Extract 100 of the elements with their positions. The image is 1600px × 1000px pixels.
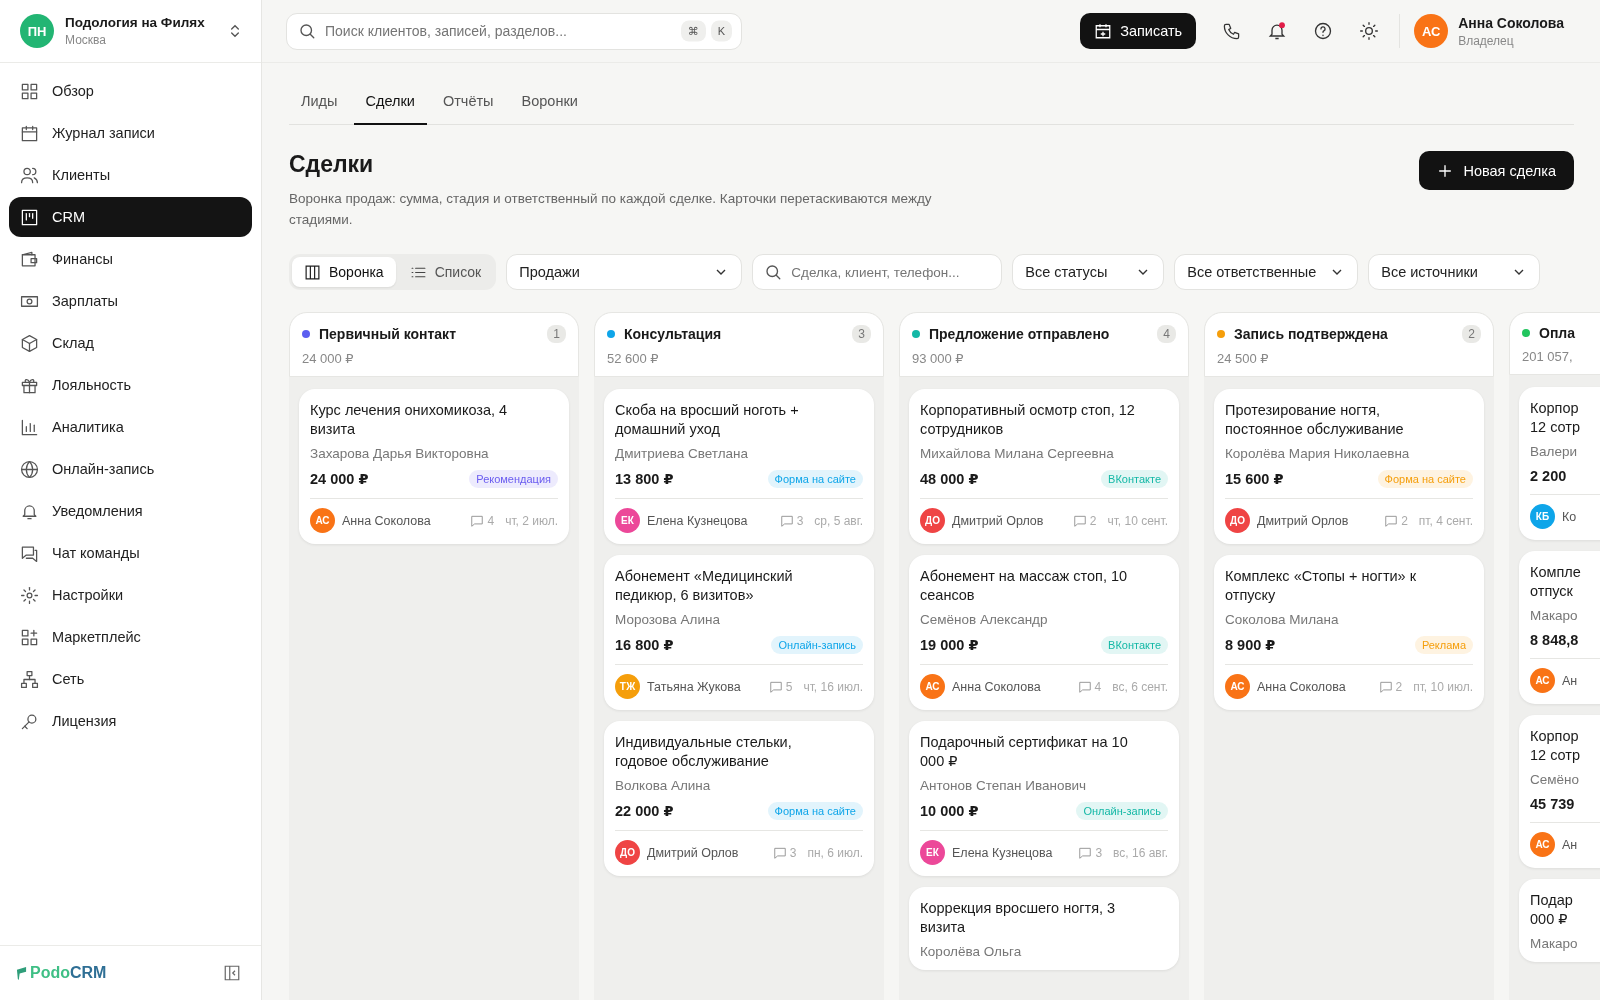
- phone-icon[interactable]: [1222, 21, 1242, 41]
- client-name: Захарова Дарья Викторовна: [310, 446, 490, 461]
- sidebar-item[interactable]: Уведомления: [9, 491, 252, 531]
- sidebar-item[interactable]: Лицензия: [9, 701, 252, 741]
- sidebar-item[interactable]: Онлайн-запись: [9, 449, 252, 489]
- deal-amount: 8 848,8: [1530, 632, 1579, 648]
- deal-card[interactable]: Подарочный сертификат на 10 000 ₽ Антонов Степан Иванович 10 000 ₽ Онлайн-запись ЕК Елена Кузнецова 3 вс, 16 авг.: [909, 721, 1179, 876]
- deal-amount: 15 600 ₽: [1225, 471, 1284, 487]
- stage-total: 201 057,: [1522, 349, 1574, 364]
- deal-date: чт, 2 июл.: [505, 513, 558, 528]
- client-name: Макаро: [1530, 936, 1579, 951]
- deal-card[interactable]: Подар 000 ₽ Макаро: [1519, 879, 1600, 962]
- deal-date: пт, 4 сент.: [1418, 513, 1473, 528]
- deal-card[interactable]: Комплекс «Стопы + ногти» к отпуску Соколова Милана 8 900 ₽ Реклама АС Анна Соколова 2 пт, 10 июл.: [1214, 555, 1484, 710]
- deal-card[interactable]: Корпоративный осмотр стоп, 12 сотрудников Михайлова Милана Сергеевна 48 000 ₽ ВКонтакте ДО Дмитрий Орлов 2 чт, 10 сент.: [909, 389, 1179, 544]
- deal-card[interactable]: Корпор 12 сотр Валери 2 200 КБ Ко: [1519, 387, 1600, 540]
- brand-logo: PodoCRM: [30, 964, 107, 982]
- deal-card[interactable]: Индивидуальные стельки, годовое обслуживание Волкова Алина 22 000 ₽ Форма на сайте ДО Дмитрий Орлов 3 пн, 6 июл.: [604, 721, 874, 876]
- sidebar-item[interactable]: Финансы: [9, 239, 252, 279]
- comment-icon: [1078, 845, 1093, 860]
- comment-icon: [1378, 679, 1393, 694]
- sidebar-item[interactable]: Аналитика: [9, 407, 252, 447]
- owner-name: Анна Соколова: [952, 679, 1042, 694]
- calendar-icon: [20, 123, 39, 143]
- owner-name: Ан: [1562, 837, 1579, 852]
- book-button[interactable]: Записать: [1080, 13, 1197, 49]
- deal-card[interactable]: Абонемент «Медицинский педикюр, 6 визитов» Морозова Алина 16 800 ₽ Онлайн-запись ТЖ Татьяна Жукова 5 чт, 16 июл.: [604, 555, 874, 710]
- comment-icon: [768, 679, 783, 694]
- deal-card[interactable]: Компле отпуск Макаро 8 848,8 АС Ан: [1519, 551, 1600, 704]
- sidebar-item[interactable]: Маркетплейс: [9, 617, 252, 657]
- sidebar-item[interactable]: Чат команды: [9, 533, 252, 573]
- tab[interactable]: Сделки: [353, 81, 427, 125]
- user-name: Анна Соколова: [1458, 14, 1564, 31]
- tab[interactable]: Воронки: [509, 81, 590, 125]
- client-name: Королёва Мария Николаевна: [1225, 446, 1411, 461]
- calendar-plus-icon: [1094, 22, 1113, 40]
- sidebar-item[interactable]: Лояльность: [9, 365, 252, 405]
- theme-sun-icon[interactable]: [1359, 21, 1380, 41]
- filter-dropdown[interactable]: Все статусы: [1012, 254, 1165, 290]
- notifications-icon[interactable]: [1267, 21, 1288, 41]
- owner-name: Ко: [1562, 509, 1578, 524]
- deal-title: Скоба на вросший ноготь + домашний уход: [615, 401, 800, 439]
- workspace-city: Москва: [65, 33, 107, 47]
- client-name: Антонов Степан Иванович: [920, 778, 1088, 793]
- sidebar-item[interactable]: Зарплаты: [9, 281, 252, 321]
- comment-count: 4: [1094, 679, 1102, 694]
- client-name: Соколова Милана: [1225, 612, 1340, 627]
- new-deal-button[interactable]: Новая сделка: [1419, 151, 1574, 190]
- wallet-icon: [20, 249, 39, 269]
- deal-card[interactable]: Скоба на вросший ноготь + домашний уход Дмитриева Светлана 13 800 ₽ Форма на сайте ЕК Елена Кузнецова 3 ср, 5 авг.: [604, 389, 874, 544]
- sidebar-item[interactable]: Склад: [9, 323, 252, 363]
- deal-card[interactable]: Протезирование ногтя, постоянное обслуживание Королёва Мария Николаевна 15 600 ₽ Форма на сайте ДО Дмитрий Орлов 2 пт, 4 сент.: [1214, 389, 1484, 544]
- deal-date: чт, 16 июл.: [803, 679, 863, 694]
- deal-card[interactable]: Корпор 12 сотр Семёно 45 739 АС Ан: [1519, 715, 1600, 868]
- columns-icon: [304, 263, 321, 281]
- page-description: Воронка продаж: сумма, стадия и ответственный по каждой сделке. Карточки перетаскиваются между стадиями.: [289, 190, 933, 229]
- user-role: Владелец: [1458, 33, 1515, 48]
- filter-dropdown[interactable]: Все источники: [1368, 254, 1541, 290]
- sidebar-item[interactable]: Обзор: [9, 71, 252, 111]
- sidebar-item[interactable]: Клиенты: [9, 155, 252, 195]
- sidebar-item[interactable]: Журнал записи: [9, 113, 252, 153]
- sidebar-item[interactable]: Сеть: [9, 659, 252, 699]
- tab[interactable]: Лиды: [289, 81, 350, 125]
- search-icon: [298, 22, 316, 40]
- deal-card[interactable]: Курс лечения онихомикоза, 4 визита Захарова Дарья Викторовна 24 000 ₽ Рекомендация АС Анна Соколова 4 чт, 2 июл.: [299, 389, 569, 544]
- owner-name: Анна Соколова: [1257, 679, 1347, 694]
- comment-count: 2: [1395, 679, 1403, 694]
- owner-avatar: АС: [310, 508, 335, 533]
- deal-search-field[interactable]: Сделка, клиент, телефон...: [752, 254, 1003, 290]
- deal-card[interactable]: Коррекция вросшего ногтя, 3 визита Королёва Ольга: [909, 887, 1179, 970]
- sidebar-item[interactable]: CRM: [9, 197, 252, 237]
- deal-title: Коррекция вросшего ногтя, 3 визита: [920, 899, 1117, 937]
- view-tab[interactable]: Список: [397, 257, 494, 287]
- owner-avatar: ЕК: [615, 508, 640, 533]
- comment-count: 2: [1089, 513, 1097, 528]
- collapse-sidebar-icon[interactable]: [223, 964, 241, 982]
- deal-date: вс, 6 сент.: [1112, 679, 1168, 694]
- sidebar-item[interactable]: Настройки: [9, 575, 252, 615]
- stage-name: Запись подтверждена: [1234, 326, 1389, 342]
- deal-card[interactable]: Абонемент на массаж стоп, 10 сеансов Семёнов Александр 19 000 ₽ ВКонтакте АС Анна Соколова 4 вс, 6 сент.: [909, 555, 1179, 710]
- page-title: Сделки: [289, 151, 375, 178]
- stage-total: 52 600 ₽: [607, 351, 660, 366]
- stage-name: Предложение отправлено: [929, 326, 1111, 342]
- owner-avatar: АС: [1530, 832, 1555, 857]
- view-tab[interactable]: Воронка: [292, 257, 396, 287]
- source-tag: Онлайн-запись: [771, 636, 863, 654]
- help-icon[interactable]: [1313, 21, 1334, 41]
- apps-icon: [20, 627, 39, 647]
- grid-icon: [20, 81, 39, 101]
- deal-count: 4: [1157, 325, 1176, 343]
- pipeline-dropdown[interactable]: Продажи: [506, 254, 743, 290]
- plus-icon: [1437, 162, 1454, 179]
- stage-name: Первичный контакт: [319, 326, 457, 342]
- tab[interactable]: Отчёты: [430, 81, 506, 125]
- deal-title: Комплекс «Стопы + ногти» к отпуску: [1225, 567, 1418, 605]
- owner-name: Елена Кузнецова: [952, 845, 1054, 860]
- workspace-name[interactable]: Подология на Филях: [65, 15, 216, 30]
- deal-date: пт, 10 июл.: [1413, 679, 1473, 694]
- owner-avatar: КБ: [1530, 504, 1555, 529]
- filter-dropdown[interactable]: Все ответственные: [1174, 254, 1359, 290]
